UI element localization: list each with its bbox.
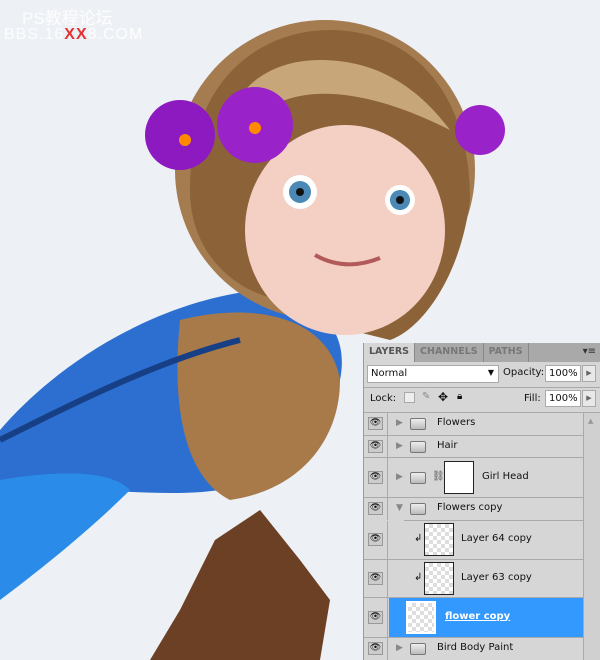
folder-icon xyxy=(410,643,426,655)
watermark-mark: XX xyxy=(64,26,88,43)
layer-thumbnail[interactable] xyxy=(424,523,454,556)
tab-layers[interactable]: LAYERS xyxy=(364,343,416,362)
mask-link-icon[interactable]: ⛓︎ xyxy=(432,471,445,482)
layer-name: Girl Head xyxy=(482,470,529,482)
expand-arrow-icon[interactable]: ▶ xyxy=(396,441,403,451)
layer-row-bird-body-paint[interactable]: 👁︎ ▶ Bird Body Paint xyxy=(364,638,584,660)
visibility-toggle[interactable]: 👁︎ xyxy=(364,598,388,637)
expand-arrow-icon[interactable]: ▶ xyxy=(396,418,403,428)
clipping-arrow-icon: ↲ xyxy=(414,533,423,544)
eye-icon: 👁︎ xyxy=(368,417,383,430)
eye-icon: 👁︎ xyxy=(368,439,383,453)
folder-icon xyxy=(410,471,426,484)
expand-arrow-icon[interactable]: ▶ xyxy=(396,643,403,653)
watermark-text: 8.COM xyxy=(87,26,144,43)
lock-brush-icon[interactable]: ✎ xyxy=(422,391,430,402)
layer-row-flower-copy[interactable]: 👁︎ flower copy xyxy=(364,598,584,638)
perch-wood xyxy=(150,510,330,660)
panel-menu-icon[interactable]: ▾≡ xyxy=(583,346,596,357)
fill-label: Fill: xyxy=(524,393,541,404)
lock-all-icon[interactable]: 🔒︎ xyxy=(457,391,462,402)
layer-row-flowers[interactable]: 👁︎ ▶ Flowers xyxy=(364,413,584,436)
folder-icon xyxy=(410,503,426,515)
visibility-toggle[interactable]: 👁︎ xyxy=(364,498,388,520)
layer-thumbnail[interactable] xyxy=(424,561,454,595)
smart-object-thumbnail[interactable] xyxy=(406,600,436,634)
eye-icon: 👁︎ xyxy=(368,502,383,515)
expand-arrow-icon[interactable]: ▶ xyxy=(396,472,403,482)
visibility-toggle[interactable]: 👁︎ xyxy=(364,436,388,457)
opacity-slider-button[interactable]: ▶ xyxy=(582,365,596,382)
layer-row-girl-head[interactable]: 👁︎ ▶ ⛓︎ Girl Head xyxy=(364,458,584,498)
panel-tabs: LAYERS CHANNELS PATHS ▾≡ xyxy=(364,343,600,362)
layer-name: Bird Body Paint xyxy=(437,642,514,653)
eye-icon: 👁︎ xyxy=(368,470,383,484)
watermark-line2: BBS.16XX8.COM xyxy=(4,26,143,44)
layers-scrollbar[interactable]: ▲ xyxy=(583,413,600,660)
layer-name: Layer 63 copy xyxy=(461,571,532,583)
layer-name: Flowers copy xyxy=(437,502,503,513)
layer-mask-thumbnail[interactable] xyxy=(444,460,474,494)
layer-name: Hair xyxy=(437,439,458,451)
layer-name: Flowers xyxy=(437,417,476,428)
layer-name: flower copy xyxy=(445,610,511,622)
layer-row-layer-64-copy[interactable]: 👁︎ ↲ Layer 64 copy xyxy=(364,521,584,560)
lock-label: Lock: xyxy=(370,393,397,404)
selection-highlight: flower copy xyxy=(389,598,584,637)
visibility-toggle[interactable]: 👁︎ xyxy=(364,638,388,660)
visibility-toggle[interactable]: 👁︎ xyxy=(364,413,388,435)
visibility-toggle[interactable]: 👁︎ xyxy=(364,560,388,597)
layer-row-flowers-copy[interactable]: 👁︎ ▼ Flowers copy xyxy=(364,498,584,520)
tab-channels[interactable]: CHANNELS xyxy=(415,343,484,362)
lock-move-icon[interactable]: ✥ xyxy=(438,390,448,404)
blend-mode-value: Normal xyxy=(371,368,408,379)
eye-icon: 👁︎ xyxy=(368,610,383,624)
layer-row-hair[interactable]: 👁︎ ▶ Hair xyxy=(364,436,584,458)
folder-icon xyxy=(410,418,426,430)
fill-slider-button[interactable]: ▶ xyxy=(582,390,596,407)
layer-name: Layer 64 copy xyxy=(461,533,532,544)
chevron-down-icon: ▼ xyxy=(487,368,494,377)
collapse-arrow-icon[interactable]: ▼ xyxy=(396,503,403,513)
fill-input[interactable]: 100% xyxy=(545,390,581,407)
layer-row-layer-63-copy[interactable]: 👁︎ ↲ Layer 63 copy xyxy=(364,560,584,598)
eye-icon: 👁︎ xyxy=(368,642,383,655)
opacity-label: Opacity: xyxy=(503,367,545,378)
eye-icon: 👁︎ xyxy=(368,533,383,546)
folder-icon xyxy=(410,440,426,453)
tab-paths[interactable]: PATHS xyxy=(484,343,529,362)
layers-panel: LAYERS CHANNELS PATHS ▾≡ Normal ▼ Opacity… xyxy=(363,343,600,660)
watermark-text: BBS.16 xyxy=(4,26,65,43)
clipping-arrow-icon: ↲ xyxy=(414,571,423,583)
scroll-up-icon[interactable]: ▲ xyxy=(588,417,593,425)
lock-transparency-icon[interactable] xyxy=(404,392,415,403)
visibility-toggle[interactable]: 👁︎ xyxy=(364,521,388,559)
eye-icon: 👁︎ xyxy=(368,571,383,585)
visibility-toggle[interactable]: 👁︎ xyxy=(364,458,388,497)
girl-head xyxy=(175,20,475,340)
opacity-input[interactable]: 100% xyxy=(545,365,581,382)
blend-mode-select[interactable]: Normal ▼ xyxy=(367,365,499,383)
